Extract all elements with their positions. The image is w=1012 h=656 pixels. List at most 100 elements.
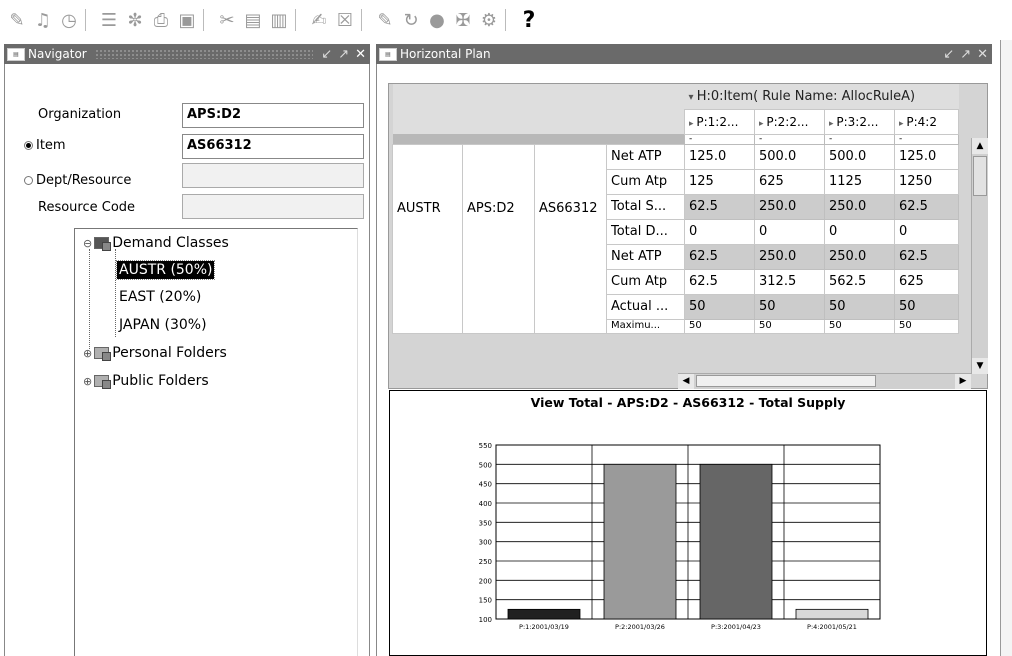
row-label[interactable]: Net ATP	[606, 143, 685, 170]
value-cell[interactable]: 50	[684, 318, 755, 334]
navigator-titlebar[interactable]: ▤ Navigator ↙ ↗ ✕	[4, 44, 370, 64]
value-cell[interactable]: 1250	[894, 168, 959, 195]
row-label[interactable]: Maximu...	[606, 318, 685, 334]
row-label[interactable]: Net ATP	[606, 243, 685, 270]
attach-icon[interactable]: ✠	[450, 7, 476, 33]
dept-radio-dot[interactable]	[24, 176, 33, 185]
collapse-arrow-icon[interactable]: ▾	[689, 92, 697, 103]
clear-icon[interactable]: ☒	[332, 7, 358, 33]
value-cell[interactable]: 50	[684, 293, 755, 320]
group-cell-item[interactable]: AS66312	[534, 143, 607, 334]
help-button[interactable]: ?	[516, 7, 542, 33]
save-icon[interactable]: ▣	[174, 7, 200, 33]
group-cell-demand-class[interactable]: AUSTR	[392, 143, 463, 334]
tree-node-public-folders[interactable]: ⊕ Public Folders	[83, 373, 209, 389]
row-label[interactable]: Actual ...	[606, 293, 685, 320]
value-cell[interactable]: 625	[754, 168, 825, 195]
period-header[interactable]: ▸ P:1:2...	[684, 108, 755, 135]
tree-node-east[interactable]: EAST (20%)	[119, 289, 201, 305]
scroll-thumb[interactable]	[696, 375, 876, 387]
vertical-scrollbar[interactable]: ▲ ▼	[971, 138, 988, 374]
close-icon[interactable]: ✕	[355, 47, 366, 62]
scroll-down-icon[interactable]: ▼	[972, 358, 988, 374]
minimize-icon[interactable]: ↙	[943, 47, 954, 62]
cut-icon[interactable]: ✂	[214, 7, 240, 33]
maximize-icon[interactable]: ↗	[338, 47, 349, 62]
value-cell[interactable]: 62.5	[684, 193, 755, 220]
scroll-up-icon[interactable]: ▲	[972, 138, 988, 154]
clock-icon[interactable]: ◷	[56, 7, 82, 33]
value-cell[interactable]: 562.5	[824, 268, 895, 295]
period-header[interactable]: ▸ P:4:2	[894, 108, 959, 135]
row-label[interactable]: Total S...	[606, 193, 685, 220]
tree-node-austr[interactable]: AUSTR (50%)	[115, 260, 216, 280]
maximize-icon[interactable]: ↗	[960, 47, 971, 62]
value-cell[interactable]: 500.0	[754, 143, 825, 170]
row-label[interactable]: Cum Atp	[606, 268, 685, 295]
value-cell[interactable]: 50	[894, 318, 959, 334]
collapse-toggle-icon[interactable]: ⊖	[83, 237, 92, 250]
value-cell[interactable]: 125.0	[684, 143, 755, 170]
value-cell[interactable]: 50	[754, 318, 825, 334]
open-icon[interactable]: ☰	[96, 7, 122, 33]
value-cell[interactable]: 0	[894, 218, 959, 245]
scroll-left-icon[interactable]: ◀	[678, 374, 694, 389]
column-group-header[interactable]: ▾ H:0:Item( Rule Name: AllocRuleA)	[684, 84, 959, 109]
tree-node-japan[interactable]: JAPAN (30%)	[119, 317, 207, 333]
dept-resource-field[interactable]	[182, 163, 364, 188]
new-icon[interactable]: ✎	[4, 7, 30, 33]
period-header[interactable]: ▸ P:3:2...	[824, 108, 895, 135]
navigator-tree[interactable]: ⊖ Demand Classes AUSTR (50%) EAST (20%) …	[74, 228, 358, 656]
minimize-icon[interactable]: ↙	[321, 47, 332, 62]
item-field[interactable]: AS66312	[182, 134, 364, 159]
value-cell[interactable]: 250.0	[824, 193, 895, 220]
print-icon[interactable]: ⎙	[148, 7, 174, 33]
close-icon[interactable]: ✕	[977, 47, 988, 62]
item-radio-dot[interactable]	[24, 141, 33, 150]
value-cell[interactable]: 50	[894, 293, 959, 320]
value-cell[interactable]: 0	[754, 218, 825, 245]
resource-code-field[interactable]	[182, 194, 364, 219]
navigate-icon[interactable]: ✼	[122, 7, 148, 33]
value-cell[interactable]: 625	[894, 268, 959, 295]
find-icon[interactable]: ♫	[30, 7, 56, 33]
refresh-icon[interactable]: ↻	[398, 7, 424, 33]
globe-icon[interactable]: ●	[424, 7, 450, 33]
scroll-thumb[interactable]	[973, 156, 987, 196]
organization-field[interactable]: APS:D2	[182, 103, 364, 128]
row-label[interactable]: Total D...	[606, 218, 685, 245]
value-cell[interactable]: 125.0	[894, 143, 959, 170]
value-cell[interactable]: 1125	[824, 168, 895, 195]
horizontal-plan-titlebar[interactable]: ▤ Horizontal Plan ↙ ↗ ✕	[376, 44, 992, 64]
period-header[interactable]: ▸ P:2:2...	[754, 108, 825, 135]
dept-resource-radio[interactable]: Dept/Resource	[24, 173, 131, 188]
expand-toggle-icon[interactable]: ⊕	[83, 347, 92, 360]
value-cell[interactable]: 125	[684, 168, 755, 195]
edit-icon[interactable]: ✍	[306, 7, 332, 33]
value-cell[interactable]: 0	[684, 218, 755, 245]
expand-toggle-icon[interactable]: ⊕	[83, 375, 92, 388]
value-cell[interactable]: 62.5	[684, 243, 755, 270]
pencil-icon[interactable]: ✎	[372, 7, 398, 33]
scroll-right-icon[interactable]: ▶	[955, 374, 971, 389]
horizontal-scrollbar[interactable]: ◀ ▶	[678, 373, 971, 389]
value-cell[interactable]: 50	[824, 318, 895, 334]
copy-icon[interactable]: ▤	[240, 7, 266, 33]
value-cell[interactable]: 0	[824, 218, 895, 245]
value-cell[interactable]: 62.5	[894, 243, 959, 270]
value-cell[interactable]: 500.0	[824, 143, 895, 170]
value-cell[interactable]: 250.0	[754, 243, 825, 270]
group-cell-org[interactable]: APS:D2	[462, 143, 535, 334]
zoom-icon[interactable]: ⚙	[476, 7, 502, 33]
value-cell[interactable]: 50	[824, 293, 895, 320]
tree-node-personal-folders[interactable]: ⊕ Personal Folders	[83, 345, 227, 361]
value-cell[interactable]: 62.5	[894, 193, 959, 220]
tree-node-demand-classes[interactable]: ⊖ Demand Classes	[83, 235, 229, 251]
value-cell[interactable]: 50	[754, 293, 825, 320]
value-cell[interactable]: 250.0	[824, 243, 895, 270]
value-cell[interactable]: 250.0	[754, 193, 825, 220]
paste-icon[interactable]: ▥	[266, 7, 292, 33]
row-label[interactable]: Cum Atp	[606, 168, 685, 195]
value-cell[interactable]: 62.5	[684, 268, 755, 295]
value-cell[interactable]: 312.5	[754, 268, 825, 295]
